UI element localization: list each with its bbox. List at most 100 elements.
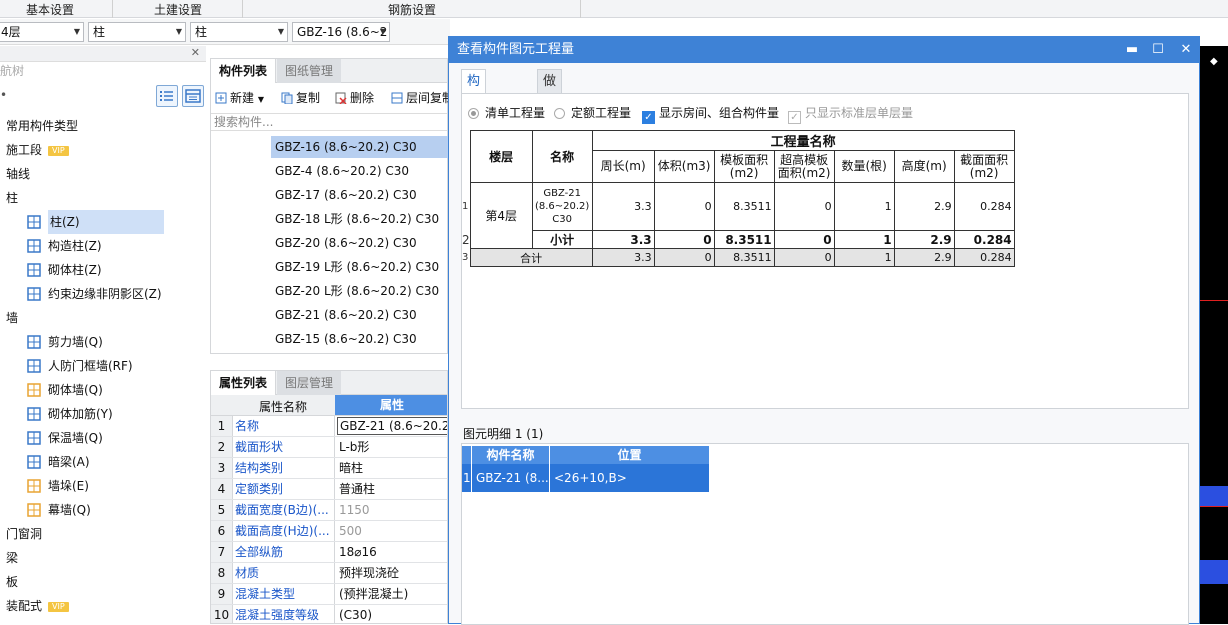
delete-button[interactable]: 删除: [335, 89, 374, 106]
category-select[interactable]: 柱 ▼: [88, 22, 186, 42]
detail-view-icon[interactable]: [182, 85, 204, 107]
pin-icon[interactable]: •: [0, 88, 7, 102]
component-search-input[interactable]: 搜索构件...: [211, 113, 447, 131]
tab-method-quantity[interactable]: 做法工程量: [537, 69, 563, 185]
property-row-number: 8: [211, 563, 233, 583]
property-value[interactable]: 500: [337, 521, 362, 541]
total-row[interactable]: 3 合计 3.3 0 8.3511 0 1 2.9 0.284: [462, 248, 1015, 267]
nav-item[interactable]: 约束边缘非阴影区(Z): [0, 282, 206, 306]
nav-item-label: 剪力墙(Q): [48, 335, 103, 349]
component-list-item[interactable]: GBZ-20 L形 (8.6~20.2) C30: [271, 280, 449, 302]
nav-item[interactable]: 柱: [0, 186, 206, 210]
type-select[interactable]: 柱 ▼: [190, 22, 288, 42]
property-row[interactable]: 4 定额类别 普通柱: [211, 479, 447, 500]
nav-item[interactable]: 柱(Z): [0, 210, 206, 234]
property-row[interactable]: 2 截面形状 L-b形: [211, 437, 447, 458]
nav-item[interactable]: 剪力墙(Q): [0, 330, 206, 354]
component-list-item[interactable]: GBZ-19 L形 (8.6~20.2) C30: [271, 256, 449, 278]
nav-item[interactable]: 幕墙(Q): [0, 498, 206, 522]
property-row[interactable]: 1名称 GBZ-21 (8.6~20.2) C: [211, 416, 447, 437]
wall-pier-icon: [26, 478, 42, 494]
quota-quantity-radio[interactable]: 定额工程量: [554, 104, 631, 121]
component-list-item[interactable]: GBZ-18 L形 (8.6~20.2) C30: [271, 208, 449, 230]
component-list-item[interactable]: GBZ-21 (8.6~20.2) C30: [271, 304, 449, 326]
property-row[interactable]: 6 截面高度(H边)(... 500: [211, 521, 447, 542]
nav-item[interactable]: 墙垛(E): [0, 474, 206, 498]
nav-item[interactable]: 保温墙(Q): [0, 426, 206, 450]
nav-item[interactable]: 门窗洞: [0, 522, 206, 546]
property-value[interactable]: 1150: [337, 500, 370, 520]
property-value[interactable]: 预拌现浇砼: [337, 563, 399, 583]
list-view-icon[interactable]: [156, 85, 178, 107]
property-value[interactable]: (预拌混凝土): [337, 584, 408, 604]
quantity-value-cell: 2.9: [893, 182, 955, 231]
list-quantity-radio[interactable]: 清单工程量: [468, 104, 545, 121]
nav-item[interactable]: 砌体墙(Q): [0, 378, 206, 402]
floor-copy-button[interactable]: 层间复制: [391, 89, 449, 106]
component-select[interactable]: GBZ-16 (8.6~2 ▼: [292, 22, 390, 42]
nav-item[interactable]: 装配式 VIP: [0, 594, 206, 618]
drawing-canvas[interactable]: ◆: [1200, 46, 1228, 624]
property-value[interactable]: (C30): [337, 605, 372, 623]
component-list-item[interactable]: GBZ-16 (8.6~20.2) C30: [271, 136, 449, 158]
nav-item[interactable]: 梁: [0, 546, 206, 570]
tab-component-list[interactable]: 构件列表: [211, 59, 277, 83]
show-rooms-checkbox[interactable]: ✓ 显示房间、组合构件量: [642, 104, 779, 124]
nav-item-label: 砌体加筋(Y): [48, 407, 113, 421]
component-list-panel: 构件列表 图纸管理 新建 ▼ 复制 删除 层间复制 搜索构件... GBZ-16…: [210, 58, 449, 354]
tab-component-quantity[interactable]: 构件工程量: [461, 69, 487, 185]
component-list-item[interactable]: GBZ-15 (8.6~20.2) C30: [271, 328, 449, 350]
tab-drawing-management[interactable]: 图纸管理: [277, 59, 342, 83]
detail-name-cell[interactable]: GBZ-21 (8....: [472, 464, 550, 492]
maximize-icon[interactable]: ☐: [1147, 40, 1169, 60]
ribbon-basic-settings[interactable]: 基本设置: [26, 1, 74, 18]
ribbon-civil-settings[interactable]: 土建设置: [154, 1, 202, 18]
property-row[interactable]: 10 混凝土强度等级 (C30): [211, 605, 447, 623]
nav-item[interactable]: 施工段 VIP: [0, 138, 206, 162]
property-row[interactable]: 5 截面宽度(B边)(... 1150: [211, 500, 447, 521]
subtotal-row[interactable]: 2 小计 3.3 0 8.3511 0 1 2.9 0.284: [462, 230, 1015, 249]
property-row[interactable]: 9 混凝土类型 (预拌混凝土): [211, 584, 447, 605]
nav-item-label: 人防门框墙(RF): [48, 359, 133, 373]
row-number-spacer: [462, 131, 470, 183]
detail-label-text: 图元明细: [463, 427, 512, 441]
nav-item[interactable]: 砌体加筋(Y): [0, 402, 206, 426]
ribbon: 基本设置 土建设置 钢筋设置: [0, 0, 1228, 18]
ribbon-rebar-settings[interactable]: 钢筋设置: [388, 1, 436, 18]
property-value[interactable]: 暗柱: [337, 458, 363, 478]
nav-item[interactable]: 构造柱(Z): [0, 234, 206, 258]
close-icon[interactable]: ✕: [1175, 40, 1197, 60]
nav-item[interactable]: 墙: [0, 306, 206, 330]
property-row[interactable]: 3 结构类别 暗柱: [211, 458, 447, 479]
chevron-down-icon: ▼: [379, 27, 386, 36]
property-value[interactable]: 18⌀16: [337, 542, 377, 562]
tab-property-list[interactable]: 属性列表: [211, 371, 277, 395]
nav-item[interactable]: 板: [0, 570, 206, 594]
quantity-value-cell: 0: [773, 230, 835, 249]
nav-item[interactable]: 暗梁(A): [0, 450, 206, 474]
canvas-line: [1200, 300, 1228, 301]
component-list-item[interactable]: GBZ-4 (8.6~20.2) C30: [271, 160, 449, 182]
minimize-icon[interactable]: ▬: [1121, 40, 1143, 60]
detail-position-cell[interactable]: <26+10,B>: [550, 464, 710, 492]
property-value[interactable]: L-b形: [337, 437, 369, 457]
component-list-item[interactable]: GBZ-17 (8.6~20.2) C30: [271, 184, 449, 206]
new-button[interactable]: 新建 ▼: [215, 89, 264, 106]
component-list-item[interactable]: GBZ-20 (8.6~20.2) C30: [271, 232, 449, 254]
copy-button[interactable]: 复制: [281, 89, 320, 106]
table-row[interactable]: 1 第4层 GBZ-21 (8.6~20.2) C30 3.3 0 8.3511 0 1…: [462, 182, 1015, 249]
nav-item[interactable]: 人防门框墙(RF): [0, 354, 206, 378]
floor-select[interactable]: 4层 ▼: [0, 22, 84, 42]
close-icon[interactable]: ✕: [191, 46, 200, 59]
nav-item[interactable]: 轴线: [0, 162, 206, 186]
property-row[interactable]: 7 全部纵筋 18⌀16: [211, 542, 447, 563]
property-value[interactable]: 普通柱: [337, 479, 375, 499]
quantity-value-cell: 8.3511: [713, 248, 775, 267]
nav-title-text: 导航树: [0, 64, 25, 78]
nav-item-label: 砌体柱(Z): [48, 263, 102, 277]
property-value[interactable]: GBZ-21 (8.6~20.2) C: [337, 417, 447, 435]
nav-item[interactable]: 常用构件类型: [0, 114, 206, 138]
tab-layer-management[interactable]: 图层管理: [277, 371, 342, 395]
nav-item[interactable]: 砌体柱(Z): [0, 258, 206, 282]
property-row[interactable]: 8 材质 预拌现浇砼: [211, 563, 447, 584]
